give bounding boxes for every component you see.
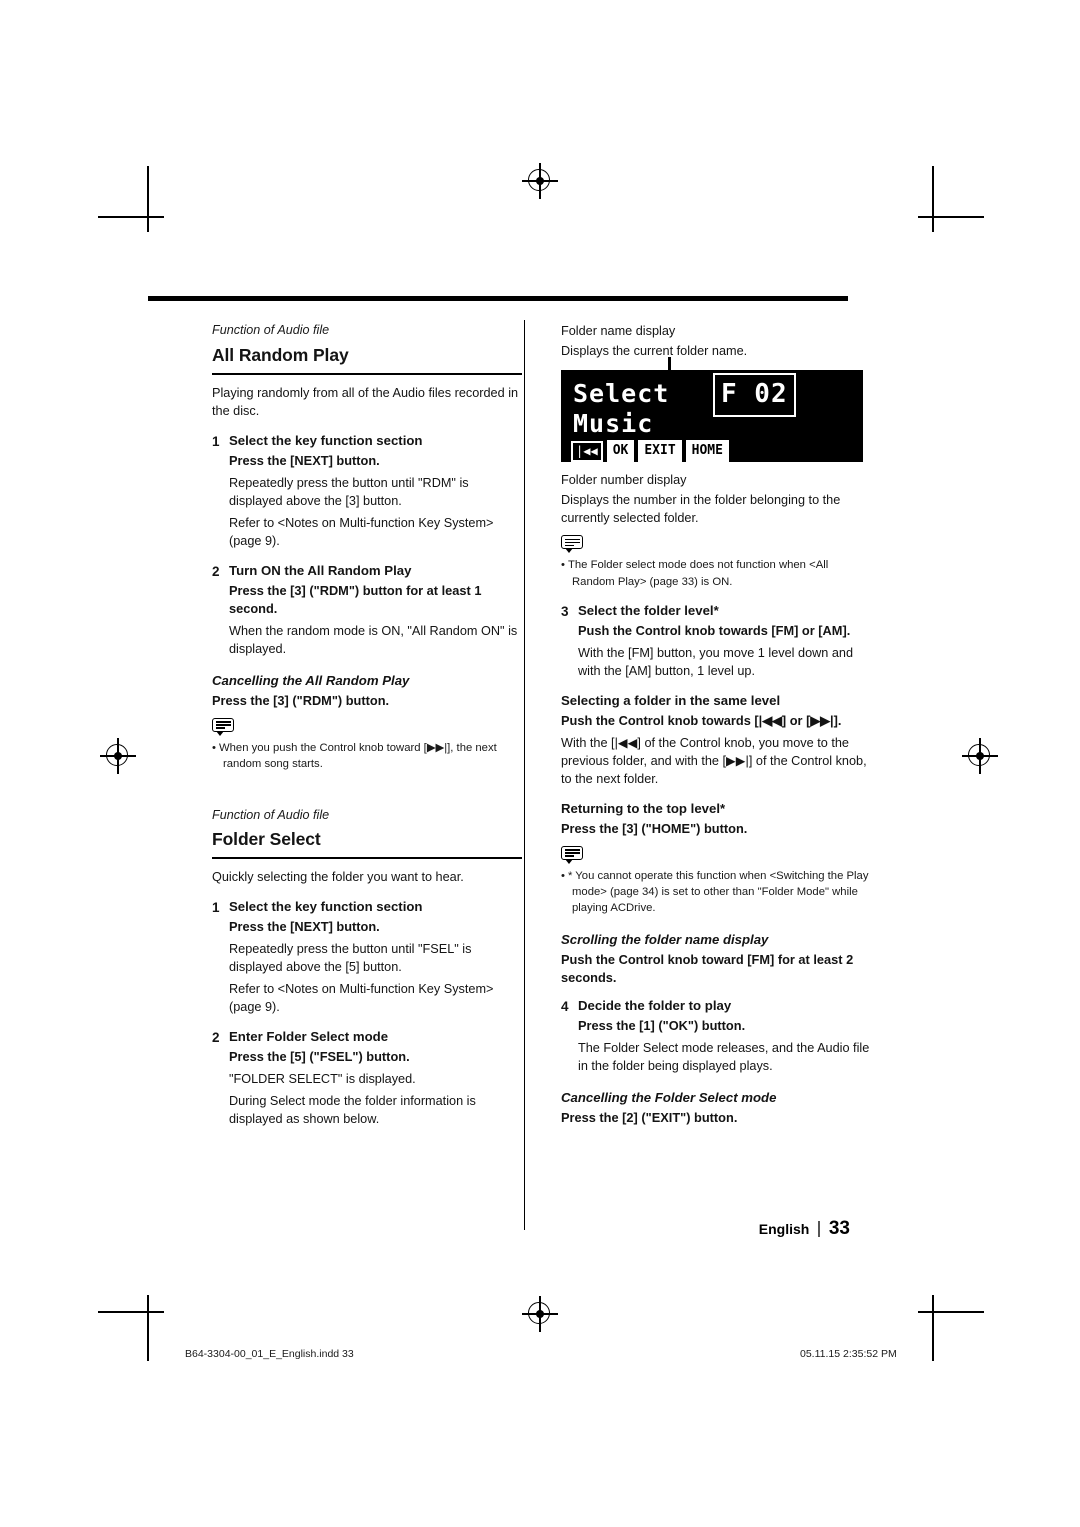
step-text-2: During Select mode the folder informatio… [229, 1094, 476, 1127]
folder-name-display-desc: Displays the current folder name. [561, 344, 748, 359]
step-title: Decide the folder to play [578, 997, 732, 1013]
step-number: 1 [212, 900, 220, 916]
folder-select-intro: Quickly selecting the folder you want to… [212, 870, 464, 885]
scrolling-folder-name-sub: Push the Control knob toward [FM] for at… [561, 951, 854, 985]
page-top-rule [148, 296, 848, 301]
step-2-folder-select: 2 Enter Folder Select mode Press the [5]… [212, 1028, 522, 1128]
step-2-all-random: 2 Turn ON the All Random Play Press the … [212, 562, 522, 658]
step-subtitle: Press the [3] ("RDM") button for at leas… [229, 582, 482, 616]
note-block-3: • * You cannot operate this function when… [561, 845, 871, 917]
folder-number-display-desc: Displays the number in the folder belong… [561, 493, 841, 526]
function-label-2: Function of Audio file [212, 807, 330, 822]
step-1-all-random: 1 Select the key function section Press … [212, 432, 522, 550]
note-block-1: • When you push the Control knob toward [… [212, 717, 522, 773]
step-text-2: Refer to <Notes on Multi-function Key Sy… [229, 515, 494, 548]
note-icon [212, 717, 238, 736]
right-column: Folder name display Displays the current… [561, 322, 871, 1127]
cancelling-folder-select-sub: Press the [2] ("EXIT") button. [561, 1109, 738, 1125]
step-text: The Folder Select mode releases, and the… [578, 1040, 870, 1073]
lcd-button-home: HOME [685, 440, 729, 464]
step-title: Select the folder level* [578, 602, 719, 618]
lcd-screen: Select F 02 Music |◀◀ OK EXIT HOME [561, 370, 863, 464]
function-label-1: Function of Audio file [212, 323, 330, 337]
lcd-prev-icon: |◀◀ [571, 441, 603, 463]
footer-divider [818, 1221, 820, 1237]
lcd-button-ok: OK [606, 440, 635, 464]
step-number: 3 [561, 603, 569, 619]
note-block-2: • The Folder select mode does not functio… [561, 535, 871, 590]
lcd-soft-button-row: |◀◀ OK EXIT HOME [571, 440, 729, 464]
folder-number-display-label: Folder number display [561, 473, 687, 488]
note-bullet-text: When you push the Control knob toward [▶… [218, 741, 497, 771]
step-text: "FOLDER SELECT" is displayed. [229, 1072, 416, 1087]
step-text: Repeatedly press the button until "RDM" … [229, 475, 469, 508]
same-level-heading: Selecting a folder in the same level [561, 692, 781, 708]
step-title: Select the key function section [229, 432, 423, 448]
same-level-text: With the [|◀◀] of the Control knob, you … [561, 735, 867, 786]
note-icon [561, 535, 587, 554]
note-bullet-text: * You cannot operate this function when … [567, 869, 869, 915]
same-level-subtitle: Push the Control knob towards [|◀◀] or [… [561, 712, 842, 728]
lcd-folder-name: Music [573, 409, 654, 439]
imprint-filename: B64-3304-00_01_E_English.indd 33 [185, 1348, 354, 1360]
step-1-folder-select: 1 Select the key function section Press … [212, 898, 522, 1016]
cancelling-all-random-heading: Cancelling the All Random Play [212, 672, 410, 688]
step-text: When the random mode is ON, "All Random … [229, 623, 518, 656]
step-subtitle: Push the Control knob towards [FM] or [A… [578, 622, 851, 638]
step-4-decide-folder: 4 Decide the folder to play Press the [1… [561, 997, 871, 1075]
step-title: Select the key function section [229, 899, 423, 915]
step-subtitle: Press the [NEXT] button. [229, 919, 380, 935]
lcd-folder-number: F 02 [713, 373, 796, 417]
manual-page: Function of Audio file All Random Play P… [0, 0, 1080, 1527]
section-title-all-random-play: All Random Play [212, 343, 522, 375]
step-number: 2 [212, 563, 220, 579]
column-divider [524, 320, 526, 1230]
cancelling-all-random-sub: Press the [3] ("RDM") button. [212, 692, 390, 708]
step-number: 2 [212, 1030, 220, 1046]
lcd-illustration: Select F 02 Music |◀◀ OK EXIT HOME [561, 357, 863, 464]
scrolling-folder-name-heading: Scrolling the folder name display [561, 931, 769, 947]
page-footer: English 33 [700, 1218, 850, 1240]
footer-language: English [758, 1221, 810, 1237]
note-bullet-text: The Folder select mode does not function… [567, 559, 829, 588]
step-text: Repeatedly press the button until "FSEL"… [229, 942, 472, 975]
left-column: Function of Audio file All Random Play P… [212, 322, 522, 1128]
step-number: 4 [561, 998, 569, 1014]
top-level-subtitle: Press the [3] ("HOME") button. [561, 820, 748, 836]
step-subtitle: Press the [1] ("OK") button. [578, 1017, 746, 1033]
step-number: 1 [212, 433, 220, 449]
top-level-heading: Returning to the top level* [561, 800, 726, 816]
note-bullet: • When you push the Control knob toward [… [212, 741, 497, 771]
step-subtitle: Press the [NEXT] button. [229, 452, 380, 468]
note-icon [561, 845, 587, 864]
step-text: With the [FM] button, you move 1 level d… [578, 645, 854, 678]
lcd-button-exit: EXIT [638, 440, 682, 464]
page-number: 33 [828, 1218, 850, 1239]
step-text-2: Refer to <Notes on Multi-function Key Sy… [229, 982, 494, 1015]
section-title-folder-select: Folder Select [212, 827, 522, 860]
step-title: Turn ON the All Random Play [229, 562, 412, 578]
step-subtitle: Press the [5] ("FSEL") button. [229, 1049, 410, 1065]
all-random-play-intro: Playing randomly from all of the Audio f… [212, 385, 519, 418]
note-bullet: • The Folder select mode does not functio… [561, 559, 829, 588]
cancelling-folder-select-heading: Cancelling the Folder Select mode [561, 1089, 777, 1105]
note-bullet: • * You cannot operate this function when… [561, 869, 869, 915]
imprint-timestamp: 05.11.15 2:35:52 PM [800, 1348, 897, 1360]
step-title: Enter Folder Select mode [229, 1029, 389, 1045]
step-3-folder-level: 3 Select the folder level* Push the Cont… [561, 602, 871, 680]
folder-name-display-label: Folder name display [561, 324, 676, 338]
